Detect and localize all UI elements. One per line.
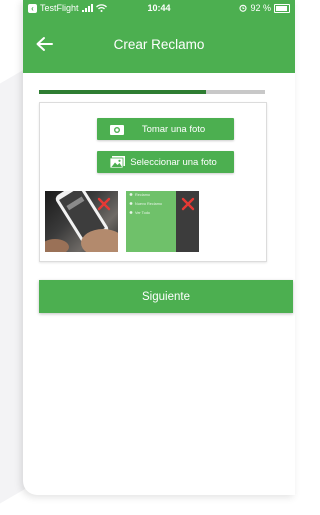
page-title: Crear Reclamo xyxy=(113,37,205,52)
back-to-app-icon[interactable]: ‹ xyxy=(28,3,37,13)
take-photo-button[interactable]: Tomar una foto xyxy=(97,118,234,140)
app-bar: Crear Reclamo xyxy=(23,16,295,73)
photo-thumbnail[interactable]: Reclamo Nuevo Reclamo Ver Todo xyxy=(126,191,199,252)
back-arrow-icon[interactable] xyxy=(35,36,53,52)
signal-icon xyxy=(81,4,93,12)
status-app-label[interactable]: TestFlight xyxy=(40,3,79,13)
next-button[interactable]: Siguiente xyxy=(39,280,293,313)
remove-photo-icon[interactable] xyxy=(97,197,111,211)
select-photo-button[interactable]: Seleccionar una foto xyxy=(97,151,234,173)
take-photo-label: Tomar una foto xyxy=(141,123,206,135)
progress-fill xyxy=(39,90,207,94)
thumbnail-menu-item: Nuevo Reclamo xyxy=(135,202,162,206)
thumbnail-menu-item: Ver Todo xyxy=(135,211,150,215)
battery-icon xyxy=(274,3,290,13)
gallery-icon xyxy=(110,156,125,168)
photo-card: Tomar una foto Seleccionar una foto Recl… xyxy=(39,102,267,262)
alarm-icon xyxy=(239,4,248,12)
wifi-icon xyxy=(95,4,107,12)
status-left: ‹ TestFlight xyxy=(28,3,107,13)
progress-bar xyxy=(39,90,265,94)
status-time: 10:44 xyxy=(147,3,171,13)
status-right: 92 % xyxy=(239,3,290,13)
phone-screen: ‹ TestFlight 10:44 92 % Crear Reclamo To… xyxy=(23,0,295,495)
camera-icon xyxy=(110,124,124,135)
thumbnail-menu-item: Reclamo xyxy=(135,193,150,197)
select-photo-label: Seleccionar una foto xyxy=(130,156,217,168)
battery-percent: 92 % xyxy=(250,3,271,13)
photo-thumbnail[interactable] xyxy=(45,191,118,252)
status-bar: ‹ TestFlight 10:44 92 % xyxy=(23,0,295,16)
remove-photo-icon[interactable] xyxy=(181,197,195,211)
